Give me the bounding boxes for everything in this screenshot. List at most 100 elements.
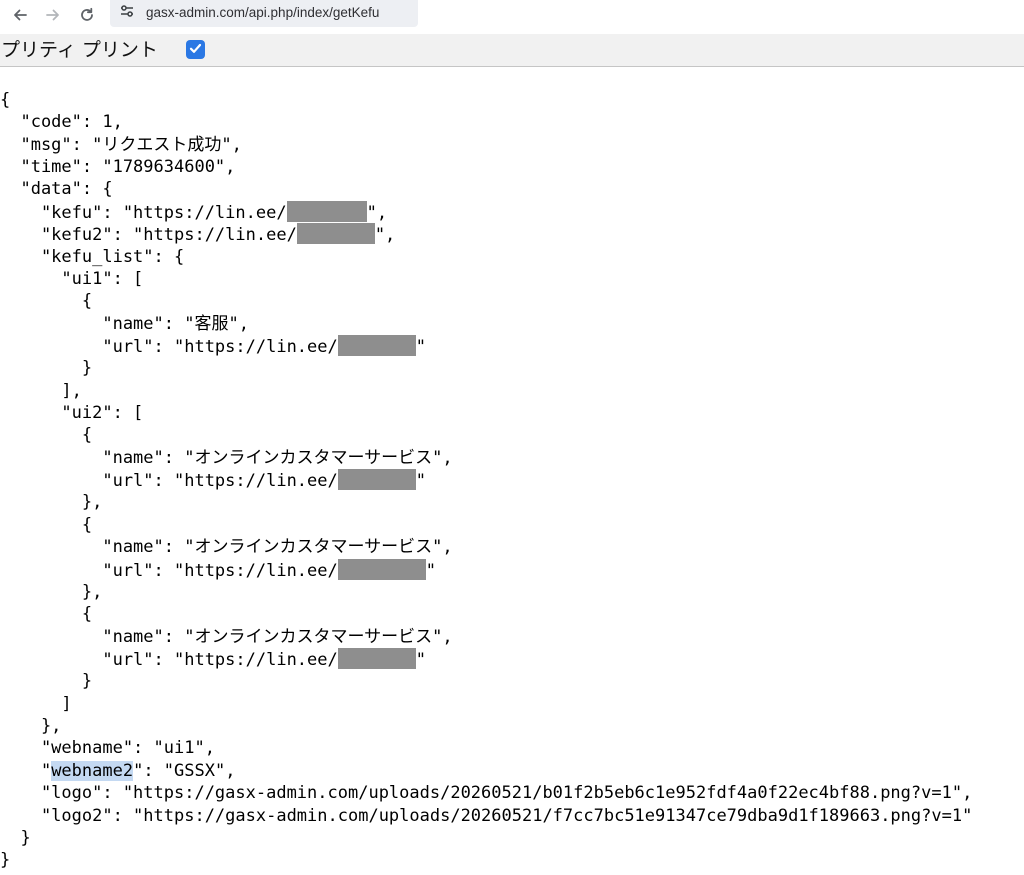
url-suffix: " <box>415 336 427 357</box>
url-suffix: " <box>425 560 437 581</box>
logo-field: "logo": "https://gasx-admin.com/uploads/… <box>0 783 973 804</box>
arrow-right-icon <box>45 7 61 27</box>
brace-close: }, <box>0 581 103 602</box>
json-line-url: "url": "https://lin.ee/ " <box>0 334 972 357</box>
pretty-print-checkbox[interactable] <box>186 40 205 59</box>
redacted-block <box>337 647 416 669</box>
json-viewer: { "code": 1, "msg": "リクエスト成功", "time": "… <box>0 89 972 872</box>
url-suffix: " <box>415 649 427 670</box>
name-value: オンラインカスタマーサービス <box>194 537 433 558</box>
brace-open: { <box>0 514 93 535</box>
msg-key: "msg": <box>0 134 93 155</box>
json-line-name: "name": "オンラインカスタマーサービス", <box>0 626 453 647</box>
name-value: オンラインカスタマーサービス <box>194 626 433 647</box>
brace-close: } <box>0 671 93 692</box>
json-line: ], <box>0 380 972 402</box>
data-key: "data": { <box>0 179 113 200</box>
webname2-indent: " <box>0 760 52 781</box>
url-key: "url": "https://lin.ee/ <box>0 471 338 492</box>
webname2-rest: ": "GSSX", <box>133 760 236 781</box>
address-bar[interactable]: gasx-admin.com/api.php/index/getKefu <box>110 0 418 27</box>
json-line-ui2: "ui2": [ <box>0 402 972 424</box>
json-line: { <box>0 603 972 625</box>
url-suffix: " <box>415 471 427 492</box>
json-line: } <box>0 827 972 849</box>
json-line: } <box>0 670 972 692</box>
json-line-name: "name": "オンラインカスタマーサービス", <box>0 537 453 558</box>
site-info-button[interactable] <box>118 4 136 22</box>
kefu-field: "kefu": "https://lin.ee/ <box>0 202 287 223</box>
msg-value: "リクエスト成功", <box>92 134 242 155</box>
url-text[interactable]: gasx-admin.com/api.php/index/getKefu <box>146 5 379 20</box>
redacted-block <box>337 334 416 356</box>
brace-close: }, <box>0 716 62 737</box>
brace-open: { <box>0 291 93 312</box>
pretty-print-bar: プリティ プリント <box>0 34 1024 67</box>
json-line: { <box>0 424 972 446</box>
redacted-block <box>337 558 426 580</box>
json-line: ] <box>0 693 972 715</box>
json-line: }, <box>0 715 972 737</box>
json-line-webname2: "webname2": "GSSX", <box>0 760 972 782</box>
kefu2-field: "kefu2": "https://lin.ee/ <box>0 225 297 246</box>
redacted-block <box>337 469 416 491</box>
kefu2-suffix: ", <box>374 225 396 246</box>
browser-toolbar: gasx-admin.com/api.php/index/getKefu <box>0 0 1024 34</box>
json-line-code: "code": 1, <box>0 111 972 133</box>
array-close: ] <box>0 693 72 714</box>
json-line-msg: "msg": "リクエスト成功", <box>0 134 972 156</box>
json-line-kefu-list: "kefu_list": { <box>0 246 972 268</box>
name-key: "name": <box>0 447 185 468</box>
name-key: "name": <box>0 626 185 647</box>
kefu-list-key: "kefu_list": { <box>0 246 185 267</box>
name-key: "name": <box>0 537 185 558</box>
arrow-left-icon <box>12 7 28 27</box>
selected-text[interactable]: webname2 <box>51 760 134 781</box>
reload-button[interactable] <box>74 4 100 30</box>
json-line: { <box>0 290 972 312</box>
back-button[interactable] <box>7 4 33 30</box>
json-line: { <box>0 89 972 111</box>
kefu-suffix: ", <box>366 202 388 223</box>
json-line: }, <box>0 581 972 603</box>
json-line-url: "url": "https://lin.ee/ " <box>0 647 972 670</box>
json-line-webname: "webname": "ui1", <box>0 737 972 759</box>
brace-open: { <box>0 604 93 625</box>
name-value: 客服 <box>194 313 229 334</box>
ui1-key: "ui1": [ <box>0 268 144 289</box>
json-line: }, <box>0 491 972 513</box>
json-line-logo2: "logo2": "https://gasx-admin.com/uploads… <box>0 805 972 827</box>
code-field: "code": 1, <box>0 112 123 133</box>
brace-close: } <box>0 850 11 871</box>
checkmark-icon <box>189 40 202 59</box>
ui2-key: "ui2": [ <box>0 403 144 424</box>
json-line: { <box>0 514 972 536</box>
json-line-kefu2: "kefu2": "https://lin.ee/ ", <box>0 223 972 245</box>
json-line-url: "url": "https://lin.ee/ " <box>0 469 972 491</box>
url-key: "url": "https://lin.ee/ <box>0 336 338 357</box>
json-line-url: "url": "https://lin.ee/ " <box>0 558 972 581</box>
url-key: "url": "https://lin.ee/ <box>0 560 338 581</box>
array-close: ], <box>0 380 82 401</box>
json-line-name: "name": "客服", <box>0 313 249 334</box>
forward-button[interactable] <box>40 4 66 30</box>
brace-close: } <box>0 358 93 379</box>
json-line: } <box>0 357 972 379</box>
json-line-logo: "logo": "https://gasx-admin.com/uploads/… <box>0 782 972 804</box>
name-value: オンラインカスタマーサービス <box>194 447 433 468</box>
reload-icon <box>79 7 95 27</box>
json-line-data: "data": { <box>0 178 972 200</box>
tune-icon <box>119 3 135 23</box>
json-line-kefu: "kefu": "https://lin.ee/ ", <box>0 200 972 223</box>
url-key: "url": "https://lin.ee/ <box>0 649 338 670</box>
json-line: } <box>0 849 972 871</box>
brace-close: }, <box>0 492 103 513</box>
redacted-block <box>286 200 367 222</box>
brace-open: { <box>0 425 93 446</box>
pretty-print-label[interactable]: プリティ プリント <box>1 39 158 61</box>
time-field: "time": "1789634600", <box>0 157 236 178</box>
json-line-ui1: "ui1": [ <box>0 268 972 290</box>
name-key: "name": <box>0 313 185 334</box>
redacted-block <box>296 223 375 245</box>
brace-close: } <box>0 827 31 848</box>
